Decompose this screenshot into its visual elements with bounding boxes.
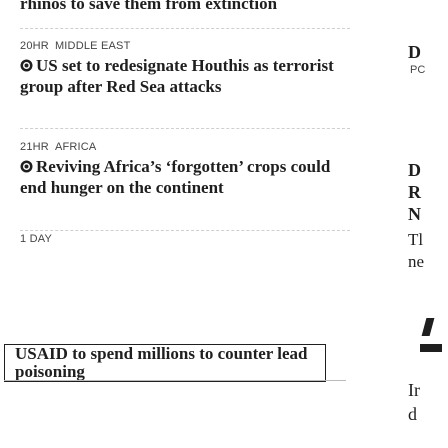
cropped-text: ne	[408, 252, 425, 271]
story-time: 21HR	[20, 141, 49, 153]
live-dot-icon	[20, 59, 33, 72]
story-meta: 1 DAY	[20, 232, 350, 246]
focused-story-link[interactable]: USAID to spend millions to counter lead …	[4, 344, 326, 382]
cropped-text: Tl	[408, 230, 424, 249]
story-meta: 21HR AFRICA	[20, 140, 350, 154]
story-headline[interactable]: USAID to spend millions to counter lead …	[5, 345, 325, 381]
headline-line: poisoning	[15, 362, 85, 381]
cropped-image-fragment	[421, 318, 435, 336]
headline-line: USAID to spend millions to counter lead	[15, 344, 308, 363]
adjacent-column-strip: D PC D R N Tl ne Ir d	[402, 0, 448, 448]
story-time: 1 DAY	[20, 233, 52, 245]
story-item[interactable]: 21HR AFRICA Reviving Africa’s ‘forgotten’…	[20, 140, 350, 198]
divider	[4, 380, 346, 381]
divider	[20, 230, 350, 231]
story-item[interactable]: 20HR MIDDLE EAST US set to redesignate Ho…	[20, 39, 350, 97]
story-time: 20HR	[20, 40, 49, 52]
cropped-text: d	[408, 404, 417, 424]
live-dot-icon	[20, 160, 33, 173]
story-region: AFRICA	[54, 141, 97, 153]
cropped-text: D	[408, 160, 421, 180]
story-region: MIDDLE EAST	[54, 40, 131, 52]
story-item[interactable]: 1 DAY	[20, 232, 350, 248]
divider	[20, 128, 350, 129]
cropped-text: D	[408, 42, 421, 62]
cropped-image-fragment	[420, 344, 442, 352]
previous-headline[interactable]: rhinos to save them from extinction	[20, 0, 360, 14]
divider	[20, 28, 350, 29]
cropped-text: R	[408, 182, 421, 202]
cropped-text: N	[408, 204, 421, 224]
cropped-text: PC	[410, 64, 426, 76]
story-meta: 20HR MIDDLE EAST	[20, 39, 350, 53]
story-headline[interactable]: Reviving Africa’s ‘forgotten’ crops coul…	[20, 156, 350, 198]
story-headline[interactable]: US set to redesignate Houthis as terrori…	[20, 55, 350, 97]
cropped-text: Ir	[408, 380, 420, 400]
